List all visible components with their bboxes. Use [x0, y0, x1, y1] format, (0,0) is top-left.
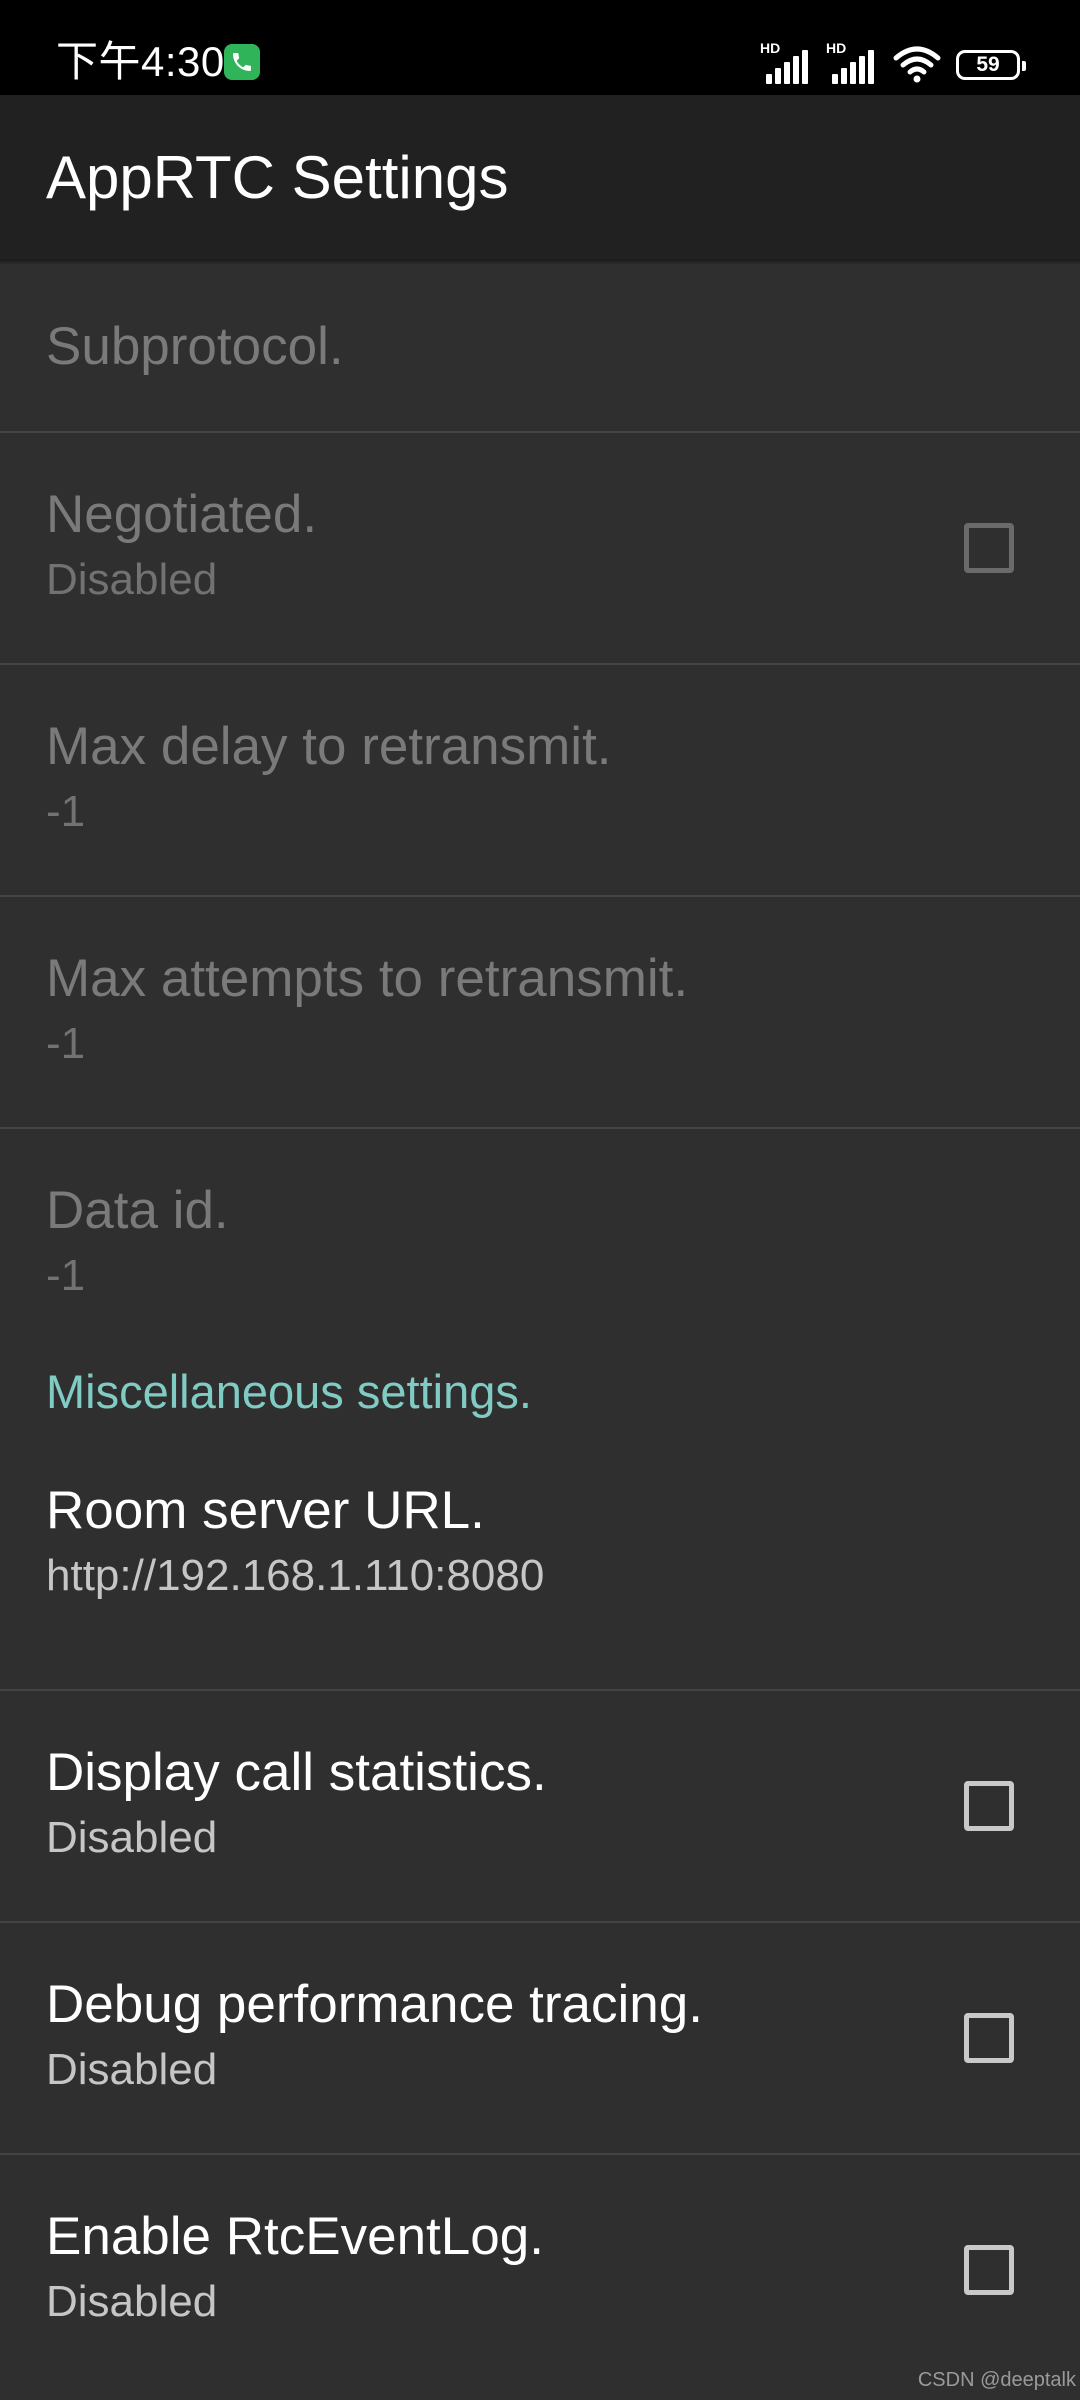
wifi-icon [893, 46, 941, 83]
negotiated-checkbox[interactable] [964, 523, 1014, 573]
page-title: AppRTC Settings [46, 144, 509, 211]
pref-subprotocol[interactable]: Subprotocol. [0, 265, 1080, 433]
pref-max-delay[interactable]: Max delay to retransmit. -1 [0, 665, 1080, 897]
battery-level: 59 [976, 53, 1000, 76]
pref-summary: Disabled [46, 2045, 218, 2094]
pref-title: Debug performance tracing. [46, 1975, 703, 2034]
pref-title: Subprotocol. [46, 317, 344, 376]
rtc-event-log-checkbox[interactable] [964, 2245, 1014, 2295]
pref-summary: Disabled [46, 555, 218, 604]
call-icon [224, 44, 260, 80]
settings-screen: 下午4:30 HD HD 59 AppRTC Settings Subproto… [0, 0, 1080, 2400]
pref-summary: Disabled [46, 2277, 218, 2326]
pref-title: Negotiated. [46, 485, 318, 544]
pref-summary: -1 [46, 1251, 86, 1300]
pref-title: Max attempts to retransmit. [46, 949, 689, 1008]
pref-call-statistics[interactable]: Display call statistics. Disabled [0, 1691, 1080, 1923]
network-type-label: HD [826, 40, 847, 56]
network-type-label: HD [760, 40, 781, 56]
pref-summary: -1 [46, 787, 86, 836]
pref-title: Max delay to retransmit. [46, 717, 612, 776]
call-statistics-checkbox[interactable] [964, 1781, 1014, 1831]
pref-rtc-event-log[interactable]: Enable RtcEventLog. Disabled [0, 2155, 1080, 2387]
status-icons: HD HD 59 [760, 40, 1026, 84]
pref-performance-tracing[interactable]: Debug performance tracing. Disabled [0, 1923, 1080, 2155]
status-bar: 下午4:30 HD HD 59 [0, 0, 1080, 95]
category-miscellaneous: Miscellaneous settings. [0, 1349, 1080, 1459]
battery-icon: 59 [956, 50, 1026, 80]
category-title: Miscellaneous settings. [46, 1365, 532, 1418]
signal-icon: HD [760, 40, 812, 84]
pref-data-id[interactable]: Data id. -1 [0, 1129, 1080, 1349]
performance-tracing-checkbox[interactable] [964, 2013, 1014, 2063]
pref-title: Data id. [46, 1181, 229, 1240]
pref-summary: -1 [46, 1019, 86, 1068]
pref-negotiated[interactable]: Negotiated. Disabled [0, 433, 1080, 665]
pref-title: Display call statistics. [46, 1743, 547, 1802]
status-time: 下午4:30 [56, 38, 225, 85]
pref-summary: http://192.168.1.110:8080 [46, 1551, 545, 1600]
pref-title: Room server URL. [46, 1481, 485, 1540]
pref-title: Enable RtcEventLog. [46, 2207, 544, 2266]
pref-room-server-url[interactable]: Room server URL. http://192.168.1.110:80… [0, 1459, 1080, 1691]
preference-list[interactable]: Subprotocol. Negotiated. Disabled Max de… [0, 265, 1080, 2387]
watermark: CSDN @deeptalk [917, 2369, 1076, 2391]
app-bar: AppRTC Settings [0, 95, 1080, 259]
signal-icon: HD [826, 40, 878, 84]
pref-summary: Disabled [46, 1813, 218, 1862]
pref-max-attempts[interactable]: Max attempts to retransmit. -1 [0, 897, 1080, 1129]
